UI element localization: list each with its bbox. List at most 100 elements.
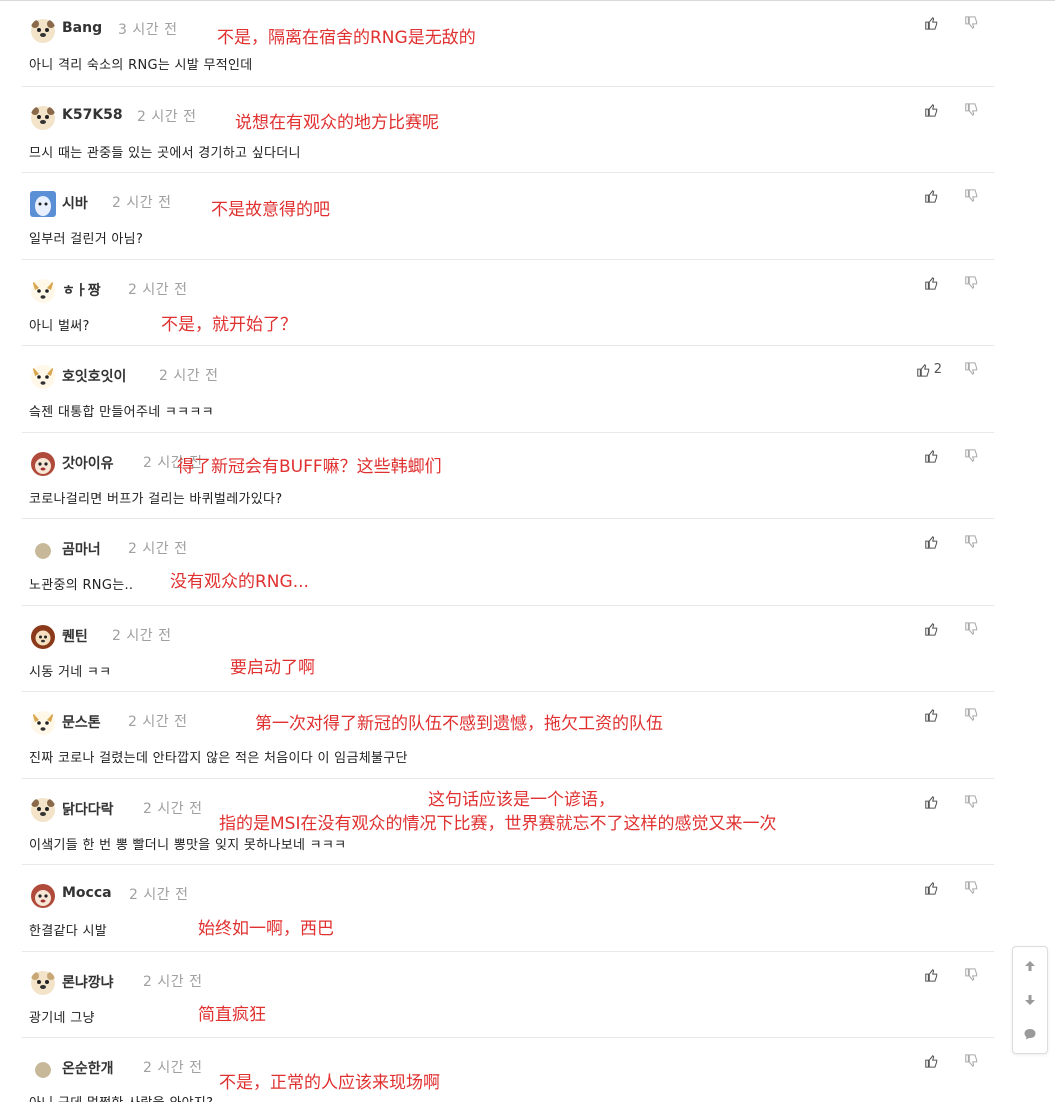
comment-item: 퀜틴 2 시간 전 要启动了啊 시동 거네 ㅋㅋ — [22, 606, 994, 692]
username[interactable]: 문스톤 — [62, 712, 101, 732]
thumbs-up-icon — [925, 103, 938, 117]
avatar[interactable] — [30, 278, 56, 304]
scroll-up-button[interactable] — [1013, 949, 1047, 983]
translation-note: 没有观众的RNG... — [170, 572, 309, 592]
comment-button[interactable] — [1013, 1017, 1047, 1051]
comment-text: 노관중의 RNG는.. — [29, 578, 134, 593]
like-button[interactable]: 2 — [916, 362, 942, 377]
comment-item: Mocca 2 시간 전 始终如一啊，西巴 한결같다 시발 — [22, 865, 994, 952]
username[interactable]: Bang — [62, 20, 102, 36]
thumbs-down-icon — [965, 102, 978, 116]
timestamp: 2 시간 전 — [129, 887, 189, 903]
comment-item: 호잇호잇이 2 시간 전 슼젠 대통합 만들어주네 ㅋㅋㅋㅋ 2 — [22, 346, 994, 433]
comment-text: 아니 근데 멀쩡한 사람을 와야지? — [29, 1092, 213, 1102]
thumbs-up-icon — [925, 535, 938, 549]
thumbs-down-icon — [965, 362, 978, 376]
avatar[interactable] — [30, 105, 56, 131]
like-button[interactable] — [924, 708, 942, 722]
timestamp: 2 시간 전 — [159, 368, 219, 384]
like-button[interactable] — [924, 189, 942, 203]
dislike-button[interactable] — [964, 794, 978, 809]
thumbs-down-icon — [965, 794, 978, 808]
avatar[interactable] — [30, 18, 56, 44]
thumbs-down-icon — [965, 448, 978, 462]
like-button[interactable] — [924, 881, 942, 895]
dislike-button[interactable] — [964, 362, 978, 376]
comment-text: 아니 벌써? — [29, 318, 90, 334]
like-count: 2 — [933, 362, 942, 377]
translation-note: 不是，隔离在宿舍的RNG是无敌的 — [217, 28, 476, 48]
thumbs-down-icon — [965, 881, 978, 895]
like-button[interactable] — [924, 103, 942, 117]
dislike-button[interactable] — [964, 189, 978, 203]
avatar[interactable] — [30, 191, 56, 217]
avatar[interactable] — [35, 1062, 51, 1078]
like-button[interactable] — [924, 16, 942, 30]
avatar[interactable] — [30, 364, 56, 390]
comment-text: 코로나걸리면 버프가 걸리는 바퀴벌레가있다? — [29, 491, 283, 507]
username[interactable]: 퀜틴 — [62, 626, 88, 646]
comment-text: 광기네 그냥 — [29, 1010, 95, 1026]
avatar[interactable] — [30, 797, 56, 823]
username[interactable]: 시바 — [62, 193, 88, 213]
comment-item: Bang 3 시간 전 不是，隔离在宿舍的RNG是无敌的 아니 격리 숙소의 R… — [22, 0, 994, 87]
dislike-button[interactable] — [964, 535, 978, 549]
avatar[interactable] — [30, 883, 56, 909]
dislike-button[interactable] — [964, 102, 978, 117]
scroll-down-button[interactable] — [1013, 983, 1047, 1017]
username[interactable]: 갓아이유 — [62, 453, 114, 473]
comment-item: 시바 2 시간 전 不是故意得的吧 일부러 걸린거 아님? — [22, 173, 994, 260]
comment-item: 론냐깡냐 2 시간 전 简直疯狂 광기네 그냥 — [22, 952, 994, 1038]
avatar[interactable] — [30, 624, 56, 650]
like-button[interactable] — [924, 449, 942, 463]
dislike-button[interactable] — [964, 708, 978, 722]
thumbs-down-icon — [965, 189, 978, 203]
timestamp: 2 시간 전 — [137, 108, 197, 125]
thumbs-up-icon — [916, 363, 929, 377]
dislike-button[interactable] — [964, 448, 978, 463]
comment-item: 문스톤 2 시간 전 第一次对得了新冠的队伍不感到遗憾，拖欠工资的队伍 진짜 코… — [22, 692, 994, 779]
comment-item: 온순한개 2 시간 전 不是，正常的人应该来现场啊 아니 근데 멀쩡한 사람을 … — [22, 1038, 994, 1102]
avatar[interactable] — [35, 543, 51, 559]
avatar[interactable] — [30, 451, 56, 477]
dislike-button[interactable] — [964, 881, 978, 895]
translation-note: 始终如一啊，西巴 — [198, 919, 334, 939]
like-button[interactable] — [924, 968, 942, 982]
username[interactable]: 닭다다락 — [62, 799, 114, 819]
like-button[interactable] — [924, 1054, 942, 1068]
dislike-button[interactable] — [964, 16, 978, 30]
username[interactable]: K57K58 — [62, 107, 123, 123]
translation-note: 第一次对得了新冠的队伍不感到遗憾，拖欠工资的队伍 — [255, 714, 663, 734]
dislike-button[interactable] — [964, 275, 978, 290]
translation-note: 不是故意得的吧 — [211, 200, 330, 220]
thumbs-up-icon — [925, 449, 938, 463]
username[interactable]: 온순한개 — [62, 1058, 114, 1078]
avatar[interactable] — [30, 710, 56, 736]
dislike-button[interactable] — [964, 967, 978, 982]
username[interactable]: ㅎㅏ짱 — [62, 280, 101, 300]
comment-text: 므시 때는 관중들 있는 곳에서 경기하고 싶다더니 — [29, 145, 301, 161]
thumbs-down-icon — [965, 16, 978, 30]
comment-text: 한결같다 시발 — [29, 924, 107, 939]
like-button[interactable] — [924, 535, 942, 549]
like-button[interactable] — [924, 622, 942, 636]
timestamp: 2 시간 전 — [112, 627, 172, 644]
dislike-button[interactable] — [964, 1054, 978, 1068]
username[interactable]: 론냐깡냐 — [62, 972, 114, 992]
avatar[interactable] — [30, 970, 56, 996]
thumbs-down-icon — [965, 621, 978, 635]
translation-note: 不是，正常的人应该来现场啊 — [219, 1073, 440, 1093]
like-button[interactable] — [924, 276, 942, 290]
username[interactable]: Mocca — [62, 885, 112, 901]
username[interactable]: 곰마너 — [62, 539, 101, 559]
timestamp: 3 시간 전 — [118, 22, 178, 38]
dislike-button[interactable] — [964, 621, 978, 636]
thumbs-up-icon — [925, 276, 938, 290]
like-button[interactable] — [924, 795, 942, 809]
timestamp: 2 시간 전 — [128, 281, 188, 298]
translation-note: 得了新冠会有BUFF嘛？这些韩蝍们 — [177, 456, 442, 477]
username[interactable]: 호잇호잇이 — [62, 366, 126, 386]
translation-note-line2: 指的是MSI在没有观众的情况下比赛，世界赛就忘不了这样的感觉又来一次 — [219, 813, 777, 834]
comment-item: 갓아이유 2 시간 전 得了新冠会有BUFF嘛？这些韩蝍们 코로나걸리면 버프가… — [22, 433, 994, 519]
arrow-down-icon — [1025, 995, 1035, 1005]
